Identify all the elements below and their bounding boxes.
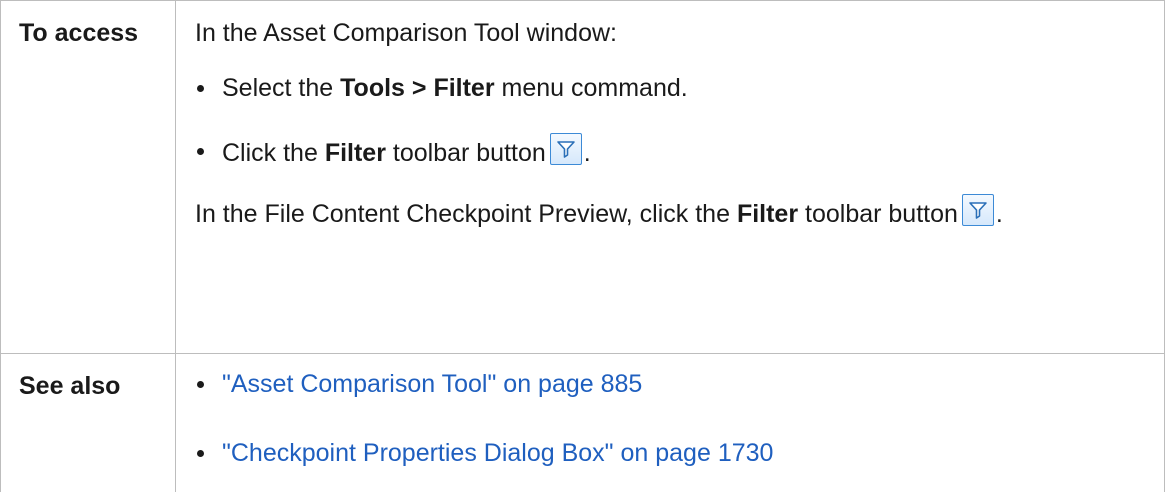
link-checkpoint-properties[interactable]: "Checkpoint Properties Dialog Box" on pa… <box>222 439 773 467</box>
to-access-row: To access In the Asset Comparison Tool w… <box>0 0 1165 354</box>
filter-funnel-icon <box>961 194 994 226</box>
intro-text: In the Asset Comparison Tool window: <box>195 19 617 47</box>
list-item: "Asset Comparison Tool" on page 885 <box>195 366 1144 402</box>
list-item: Click the Filter toolbar button. <box>195 133 1144 171</box>
preview-text: In the File Content Checkpoint Preview, … <box>195 194 1144 232</box>
info-table: To access In the Asset Comparison Tool w… <box>0 0 1165 492</box>
item-text: Click the <box>222 139 325 167</box>
menu-command: Tools > Filter <box>340 74 495 102</box>
item-text: Select the <box>222 74 341 102</box>
filter-funnel-icon <box>549 133 582 165</box>
see-also-row: See also "Asset Comparison Tool" on page… <box>0 353 1165 492</box>
to-access-content: In the Asset Comparison Tool window: Sel… <box>175 0 1165 354</box>
link-asset-comparison-tool[interactable]: "Asset Comparison Tool" on page 885 <box>222 370 642 398</box>
period-text: . <box>995 200 1003 228</box>
item-text: toolbar button <box>385 139 546 167</box>
button-name: Filter <box>324 139 386 167</box>
see-also-list: "Asset Comparison Tool" on page 885 "Che… <box>195 366 1144 471</box>
para-text: In the File Content Checkpoint Preview, … <box>195 200 737 228</box>
see-also-label: See also <box>0 353 176 492</box>
list-item: "Checkpoint Properties Dialog Box" on pa… <box>195 435 1144 471</box>
para-text: toolbar button <box>798 200 958 228</box>
button-name: Filter <box>736 200 799 228</box>
item-text: menu command. <box>494 74 688 102</box>
period-text: . <box>583 139 591 167</box>
to-access-label: To access <box>0 0 176 354</box>
list-item: Select the Tools > Filter menu command. <box>195 70 1144 106</box>
access-list: Select the Tools > Filter menu command. … <box>195 70 1144 171</box>
see-also-content: "Asset Comparison Tool" on page 885 "Che… <box>175 353 1165 492</box>
